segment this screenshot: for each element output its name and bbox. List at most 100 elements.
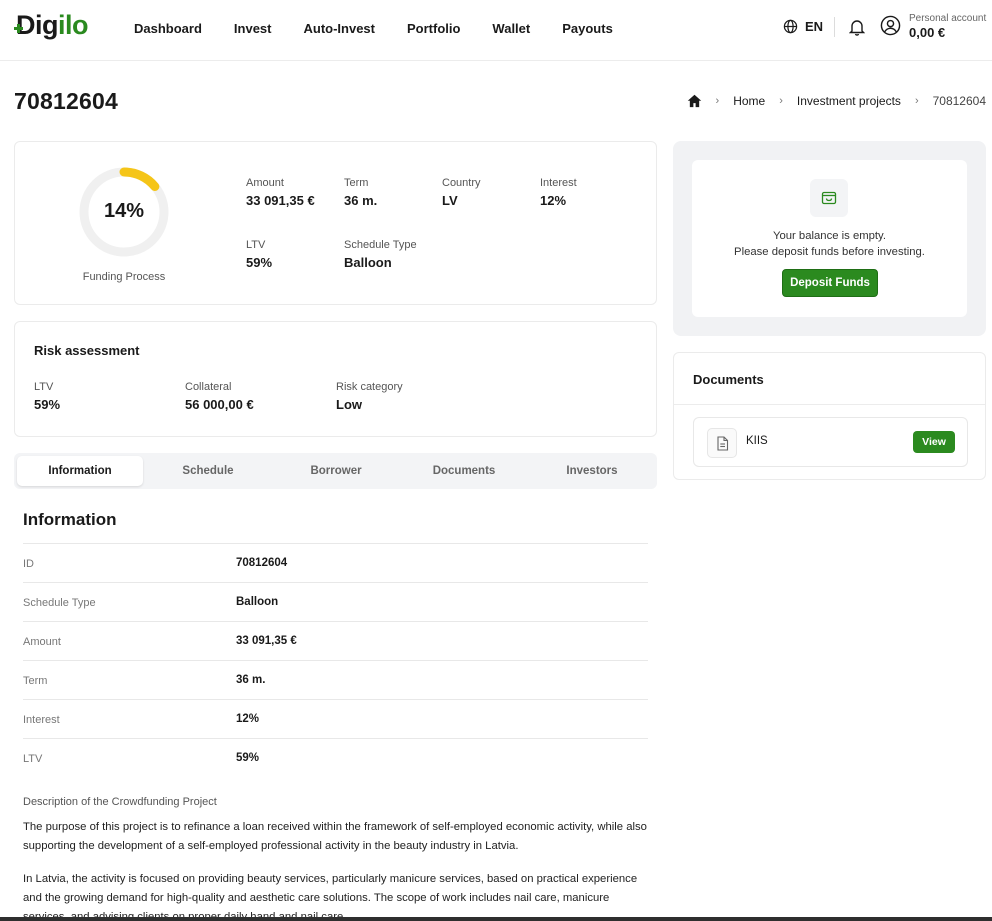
risk-label: LTV: [34, 381, 54, 393]
risk-category: Risk category Low: [336, 381, 403, 412]
empty-balance-line-2: Please deposit funds before investing.: [734, 246, 925, 258]
window-bottom-edge: [0, 917, 992, 921]
row-label: LTV: [23, 753, 43, 765]
stat-value: Balloon: [344, 255, 392, 270]
risk-label: Risk category: [336, 381, 403, 393]
top-navigation-bar: Digilo Dashboard Invest Auto-Invest Port…: [0, 0, 992, 61]
digilo-logo[interactable]: Digilo: [14, 10, 89, 41]
notifications-button[interactable]: [848, 18, 866, 39]
nav-item-payouts[interactable]: Payouts: [562, 21, 613, 36]
main-nav: Dashboard Invest Auto-Invest Portfolio W…: [134, 0, 645, 56]
row-value: Balloon: [236, 596, 279, 608]
risk-label: Collateral: [185, 381, 232, 393]
document-icon-box: [707, 428, 737, 458]
user-icon: [880, 15, 901, 36]
document-item: KIIS View: [693, 417, 968, 467]
risk-ltv: LTV 59%: [34, 381, 60, 412]
row-value: 70812604: [236, 557, 288, 569]
tab-borrower[interactable]: Borrower: [273, 456, 399, 486]
account-label: Personal account: [909, 13, 987, 24]
row-label: Interest: [23, 714, 60, 726]
row-value: 33 091,35 €: [236, 635, 297, 647]
stat-value: LV: [442, 193, 458, 208]
description-paragraph: The purpose of this project is to refina…: [23, 821, 647, 852]
stat-schedule-type: Schedule Type Balloon: [344, 239, 417, 270]
risk-title: Risk assessment: [34, 343, 140, 358]
row-label: Schedule Type: [23, 597, 96, 609]
table-row: Schedule Type Balloon: [23, 582, 648, 621]
nav-item-dashboard[interactable]: Dashboard: [134, 21, 202, 36]
description-heading: Description of the Crowdfunding Project: [23, 796, 217, 808]
account-summary[interactable]: Personal account 0,00 €: [909, 13, 986, 40]
breadcrumb-separator: ›: [779, 95, 783, 107]
project-tabs: Information Schedule Borrower Documents …: [14, 453, 657, 489]
project-summary-card: 14% Funding Process Amount 33 091,35 € T…: [14, 141, 657, 305]
table-row: LTV 59%: [23, 738, 648, 777]
account-button[interactable]: [880, 15, 901, 39]
table-row: Amount 33 091,35 €: [23, 621, 648, 660]
funding-percent: 14%: [103, 200, 145, 222]
stat-label: Interest: [540, 177, 577, 189]
stat-value: 59%: [246, 255, 273, 270]
documents-divider: [674, 404, 985, 405]
tab-documents[interactable]: Documents: [401, 456, 527, 486]
wallet-icon: [821, 191, 837, 205]
logo-text-b: ilo: [58, 10, 89, 40]
documents-card: Documents KIIS View: [673, 352, 986, 480]
nav-item-wallet[interactable]: Wallet: [492, 21, 530, 36]
document-name: KIIS: [746, 435, 768, 447]
balance-panel: Your balance is empty. Please deposit fu…: [673, 141, 986, 336]
row-value: 36 m.: [236, 674, 266, 686]
stat-amount: Amount 33 091,35 €: [246, 177, 315, 208]
stat-value: 33 091,35 €: [246, 193, 315, 208]
row-label: ID: [23, 558, 34, 570]
risk-value: 59%: [34, 397, 61, 412]
stat-term: Term 36 m.: [344, 177, 377, 208]
risk-value: 56 000,00 €: [185, 397, 254, 412]
account-balance: 0,00 €: [909, 25, 946, 40]
view-document-button[interactable]: View: [913, 431, 955, 453]
home-icon[interactable]: [687, 94, 702, 108]
stat-label: Country: [442, 177, 481, 189]
language-switcher[interactable]: EN: [783, 19, 823, 34]
nav-item-auto-invest[interactable]: Auto-Invest: [303, 21, 375, 36]
row-label: Amount: [23, 636, 61, 648]
information-title: Information: [23, 510, 117, 529]
information-table: ID 70812604 Schedule Type Balloon Amount…: [23, 543, 648, 777]
stat-label: Schedule Type: [344, 239, 417, 251]
row-label: Term: [23, 675, 48, 687]
stat-label: Term: [344, 177, 369, 189]
breadcrumb-investment-projects[interactable]: Investment projects: [797, 94, 901, 108]
row-value: 59%: [236, 752, 260, 764]
funding-label: Funding Process: [82, 271, 166, 283]
risk-assessment-card: Risk assessment LTV 59% Collateral 56 00…: [14, 321, 657, 437]
risk-collateral: Collateral 56 000,00 €: [185, 381, 254, 412]
stat-label: Amount: [246, 177, 284, 189]
empty-balance-message: Your balance is empty. Please deposit fu…: [692, 228, 967, 260]
table-row: Interest 12%: [23, 699, 648, 738]
language-code: EN: [805, 19, 824, 34]
stat-value: 36 m.: [344, 193, 378, 208]
logo-plus-mark: [14, 24, 23, 33]
stat-label: LTV: [246, 239, 266, 251]
deposit-funds-button[interactable]: Deposit Funds: [782, 269, 878, 297]
tab-information[interactable]: Information: [17, 456, 143, 486]
stat-ltv: LTV 59%: [246, 239, 272, 270]
breadcrumb: › Home › Investment projects › 70812604: [687, 94, 986, 108]
row-value: 12%: [236, 713, 260, 725]
documents-title: Documents: [693, 372, 764, 387]
risk-value: Low: [336, 397, 362, 412]
stat-interest: Interest 12%: [540, 177, 577, 208]
tab-schedule[interactable]: Schedule: [145, 456, 271, 486]
nav-divider: [834, 17, 835, 37]
tab-investors[interactable]: Investors: [529, 456, 655, 486]
breadcrumb-home[interactable]: Home: [733, 94, 765, 108]
bell-icon: [848, 20, 866, 36]
nav-item-invest[interactable]: Invest: [234, 21, 272, 36]
file-icon: [717, 436, 729, 451]
empty-balance-line-1: Your balance is empty.: [772, 230, 887, 242]
wallet-icon-box: [810, 179, 848, 217]
table-row: ID 70812604: [23, 543, 648, 582]
table-row: Term 36 m.: [23, 660, 648, 699]
nav-item-portfolio[interactable]: Portfolio: [407, 21, 460, 36]
